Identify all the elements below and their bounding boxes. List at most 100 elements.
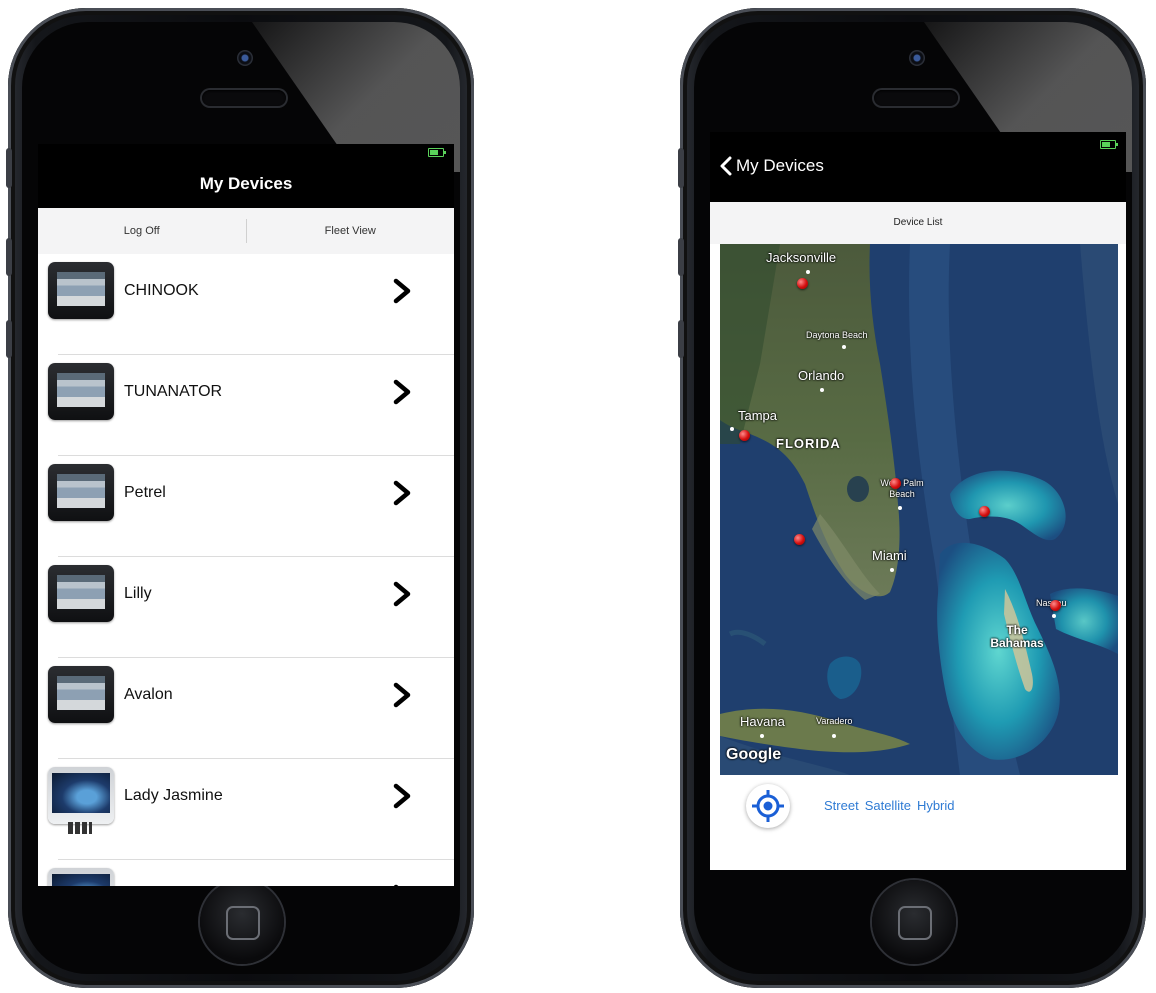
target-icon (752, 790, 784, 822)
city-dot (730, 427, 734, 431)
label-bahamas: The Bahamas (990, 623, 1044, 650)
nav-bar: My Devices (710, 132, 1126, 202)
map-type-selector: Street Satellite Hybrid (824, 798, 955, 813)
device-name: Lilly (124, 585, 152, 602)
device-thumbnail (48, 767, 114, 834)
home-button[interactable] (872, 880, 956, 964)
status-bar (38, 144, 454, 160)
map-type-satellite[interactable]: Satellite (865, 798, 911, 813)
locate-me-button[interactable] (746, 784, 790, 828)
battery-icon (1100, 140, 1118, 149)
right-phone-frame: My Devices Device List Jacksonville Dayt… (678, 8, 1146, 988)
log-off-button[interactable]: Log Off (38, 225, 246, 237)
right-screen: My Devices Device List Jacksonville Dayt… (710, 132, 1126, 870)
chevron-right-icon[interactable] (390, 682, 416, 708)
city-dot (832, 734, 836, 738)
device-screen-image (52, 773, 110, 813)
earpiece-speaker (874, 90, 958, 106)
home-square-icon (226, 906, 260, 940)
cable-glands (68, 822, 92, 834)
device-thumbnail (48, 464, 114, 521)
device-pin[interactable] (739, 430, 750, 441)
device-name: Petrel (124, 484, 166, 501)
volume-up-button (6, 238, 12, 276)
map-view[interactable]: Jacksonville Daytona Beach Orlando Tampa… (720, 244, 1118, 775)
device-row[interactable]: Lilly (38, 557, 454, 658)
earpiece-speaker (202, 90, 286, 106)
device-row[interactable] (38, 860, 454, 886)
device-pin[interactable] (797, 278, 808, 289)
front-camera (909, 50, 925, 66)
map-type-street[interactable]: Street (824, 798, 859, 813)
city-dot (760, 734, 764, 738)
fleet-view-button[interactable]: Fleet View (247, 225, 455, 237)
label-varadero: Varadero (816, 716, 853, 726)
city-dot (890, 568, 894, 572)
device-name: Lady Jasmine (124, 787, 223, 804)
device-screen-image (57, 272, 105, 306)
chevron-right-icon[interactable] (390, 480, 416, 506)
nav-bar: My Devices (38, 160, 454, 208)
device-thumbnail (48, 868, 114, 886)
satellite-map (720, 244, 1118, 775)
city-dot (842, 345, 846, 349)
device-screen-image (57, 474, 105, 508)
device-row[interactable]: Avalon (38, 658, 454, 759)
device-pin[interactable] (1050, 600, 1061, 611)
device-screen-image (57, 575, 105, 609)
device-thumbnail (48, 363, 114, 420)
device-thumbnail (48, 262, 114, 319)
back-button-label: My Devices (736, 156, 824, 175)
device-thumbnail (48, 565, 114, 622)
label-florida: FLORIDA (776, 436, 841, 451)
back-button[interactable]: My Devices (720, 156, 824, 176)
chevron-right-icon[interactable] (390, 581, 416, 607)
device-pin[interactable] (979, 506, 990, 517)
volume-down-button (678, 320, 684, 358)
device-pin[interactable] (794, 534, 805, 545)
label-tampa: Tampa (738, 408, 778, 423)
battery-icon (428, 148, 446, 157)
label-jacksonville: Jacksonville (766, 250, 837, 265)
home-button[interactable] (200, 880, 284, 964)
label-miami: Miami (872, 548, 907, 563)
chevron-right-icon[interactable] (390, 884, 416, 886)
volume-down-button (6, 320, 12, 358)
label-daytona: Daytona Beach (806, 330, 868, 340)
volume-up-button (678, 238, 684, 276)
google-logo: Google (726, 746, 782, 763)
city-dot (806, 270, 810, 274)
device-screen-image (52, 874, 110, 886)
device-row[interactable]: TUNANATOR (38, 355, 454, 456)
device-screen-image (57, 676, 105, 710)
page-title: My Devices (199, 174, 293, 193)
city-dot (1052, 614, 1056, 618)
city-dot (898, 506, 902, 510)
label-orlando: Orlando (798, 368, 845, 383)
home-square-icon (898, 906, 932, 940)
device-thumbnail (48, 666, 114, 723)
device-row[interactable]: Lady Jasmine (38, 759, 454, 860)
mute-switch (6, 148, 12, 188)
left-screen: My Devices Log Off Fleet View CHINOOK TUN… (38, 144, 454, 886)
chevron-right-icon[interactable] (390, 379, 416, 405)
chevron-right-icon[interactable] (390, 278, 416, 304)
chevron-left-icon (720, 156, 732, 176)
label-havana: Havana (740, 714, 785, 729)
device-list-tab[interactable]: Device List (710, 202, 1126, 244)
device-name: TUNANATOR (124, 383, 223, 400)
left-phone-frame: My Devices Log Off Fleet View CHINOOK TUN… (6, 8, 474, 988)
device-row[interactable]: Petrel (38, 456, 454, 557)
city-dot (820, 388, 824, 392)
front-camera (237, 50, 253, 66)
label-west-palm: West Palm Beach (880, 478, 924, 499)
device-screen-image (57, 373, 105, 407)
device-pin[interactable] (890, 478, 901, 489)
segmented-control: Log Off Fleet View (38, 208, 454, 254)
chevron-right-icon[interactable] (390, 783, 416, 809)
device-row[interactable]: CHINOOK (38, 254, 454, 355)
device-name: Avalon (124, 686, 173, 703)
mute-switch (678, 148, 684, 188)
map-type-hybrid[interactable]: Hybrid (917, 798, 955, 813)
device-name: CHINOOK (124, 282, 199, 299)
